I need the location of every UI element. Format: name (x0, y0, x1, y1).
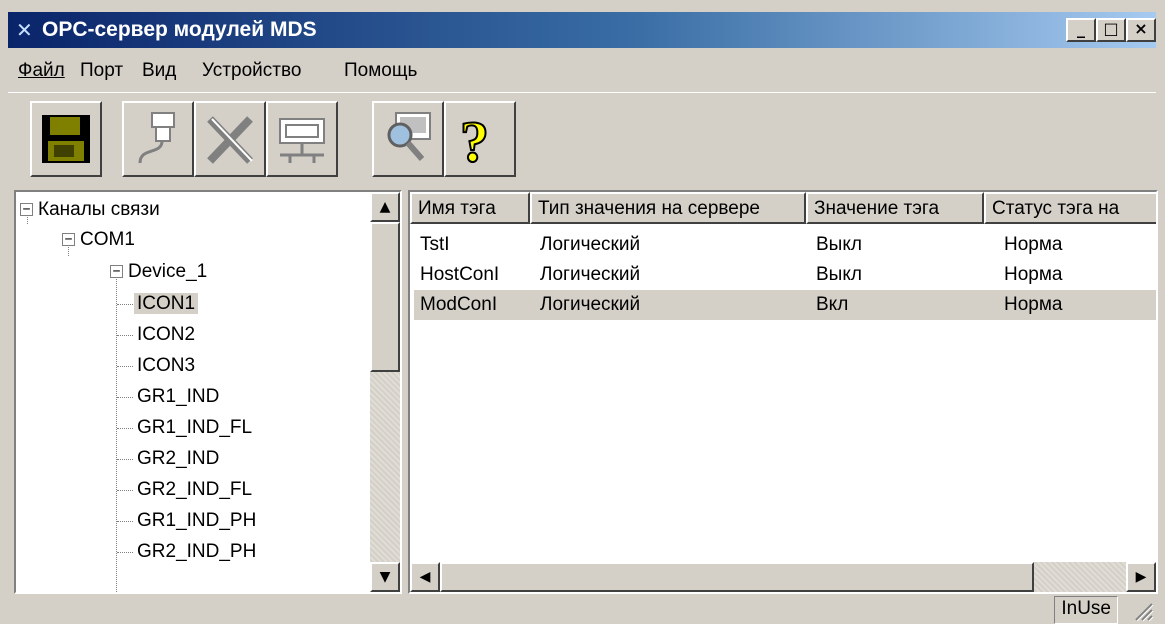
scroll-thumb[interactable] (370, 222, 400, 372)
tree-item-tag[interactable]: GR1_IND (134, 383, 222, 411)
tree-item-tag[interactable]: ICON3 (134, 352, 198, 380)
cell-value: Выкл (816, 234, 862, 255)
menu-view[interactable]: Вид (142, 60, 176, 82)
connect-port-icon (138, 112, 175, 164)
help-button[interactable]: ? (444, 101, 516, 177)
tree-item-device[interactable]: − Device_1 (110, 258, 210, 286)
tree-item-tag[interactable]: GR2_IND_PH (134, 538, 259, 566)
cell-type: Логический (540, 234, 641, 255)
menu-bar: Файл Порт Вид Устройство Помощь (8, 54, 1156, 88)
scroll-left-arrow-icon[interactable]: ◀ (410, 562, 440, 592)
table-row[interactable]: ModConI Логический Вкл Норма (414, 290, 1156, 320)
tree-connector (117, 490, 133, 491)
delete-button[interactable] (194, 101, 266, 177)
list-horizontal-scrollbar[interactable]: ◀ ▶ (410, 562, 1156, 592)
svg-text:?: ? (460, 111, 489, 167)
tree-item-tag[interactable]: ICON2 (134, 321, 198, 349)
tree-connector (117, 366, 133, 367)
device-icon (279, 118, 325, 163)
monitor-search-icon (387, 112, 431, 161)
scroll-right-arrow-icon[interactable]: ▶ (1126, 562, 1156, 592)
resize-grip-icon[interactable] (1132, 600, 1154, 622)
column-header-tag-status[interactable]: Статус тэга на (984, 192, 1156, 224)
tree-connector (117, 397, 133, 398)
cell-value: Выкл (816, 264, 862, 285)
tree-item-com1[interactable]: − COM1 (62, 226, 138, 254)
app-icon: ✕ (16, 18, 33, 42)
list-header: Имя тэга Тип значения на сервере Значени… (410, 192, 1156, 224)
cell-tag-name: TstI (420, 234, 450, 255)
table-row[interactable]: TstI Логический Выкл Норма (414, 230, 1156, 260)
menu-port[interactable]: Порт (80, 60, 123, 82)
tree-connector (117, 459, 133, 460)
close-button[interactable]: × (1126, 18, 1156, 42)
tree-connector (117, 552, 133, 553)
device-button[interactable] (266, 101, 338, 177)
tree-item-root[interactable]: − Каналы связи (20, 196, 163, 224)
cell-tag-name: ModConI (420, 294, 498, 315)
help-icon: ? (459, 111, 490, 167)
menu-help[interactable]: Помощь (344, 60, 417, 82)
tree-connector (117, 335, 133, 336)
tree-vertical-scrollbar[interactable]: ▲ ▼ (370, 192, 400, 592)
tree-connector (117, 521, 133, 522)
tree-item-tag[interactable]: GR2_IND (134, 445, 222, 473)
status-bar: InUse (8, 596, 1158, 624)
save-icon (42, 115, 90, 163)
column-header-server-type[interactable]: Тип значения на сервере (530, 192, 806, 224)
tree-item-tag[interactable]: ICON1 (134, 290, 199, 318)
tree-item-tag[interactable]: GR2_IND_FL (134, 476, 255, 504)
main-window: ✕ OPC-сервер модулей MDS _ □ × Файл Порт… (0, 0, 1165, 624)
tag-list-view[interactable]: Имя тэга Тип значения на сервере Значени… (408, 190, 1158, 594)
tree-view[interactable]: − Каналы связи − COM1 − Device_1 ICON1 ICON… (14, 190, 402, 594)
tree-guide (116, 274, 117, 592)
cell-type: Логический (540, 264, 641, 285)
tree-connector (117, 304, 133, 305)
maximize-button[interactable]: □ (1096, 18, 1126, 42)
minimize-button[interactable]: _ (1066, 18, 1096, 42)
connect-port-button[interactable] (122, 101, 194, 177)
delete-icon (207, 116, 253, 164)
column-header-tag-value[interactable]: Значение тэга (806, 192, 984, 224)
table-row[interactable]: HostConI Логический Выкл Норма (414, 260, 1156, 290)
monitor-search-button[interactable] (372, 101, 444, 177)
tree-connector (117, 428, 133, 429)
tree-item-tag[interactable]: GR1_IND_PH (134, 507, 259, 535)
cell-status: Норма (1004, 234, 1063, 255)
column-header-tag-name[interactable]: Имя тэга (410, 192, 530, 224)
status-panel: InUse (1054, 596, 1118, 624)
cell-type: Логический (540, 294, 641, 315)
save-button[interactable] (30, 101, 102, 177)
title-bar[interactable]: ✕ OPC-сервер модулей MDS _ □ × (8, 12, 1156, 48)
menu-file[interactable]: Файл (18, 60, 65, 82)
toolbar: ? (8, 92, 1156, 185)
cell-tag-name: HostConI (420, 264, 500, 285)
window-title: OPC-сервер модулей MDS (42, 18, 317, 41)
collapse-icon[interactable]: − (62, 233, 75, 247)
scroll-down-arrow-icon[interactable]: ▼ (370, 562, 400, 592)
menu-device[interactable]: Устройство (202, 60, 301, 82)
collapse-icon[interactable]: − (20, 203, 33, 217)
tree-item-tag[interactable]: GR1_IND_FL (134, 414, 255, 442)
scroll-up-arrow-icon[interactable]: ▲ (370, 192, 400, 222)
scroll-thumb[interactable] (440, 562, 1034, 592)
cell-value: Вкл (816, 294, 849, 315)
collapse-icon[interactable]: − (110, 265, 123, 279)
cell-status: Норма (1004, 294, 1063, 315)
cell-status: Норма (1004, 264, 1063, 285)
